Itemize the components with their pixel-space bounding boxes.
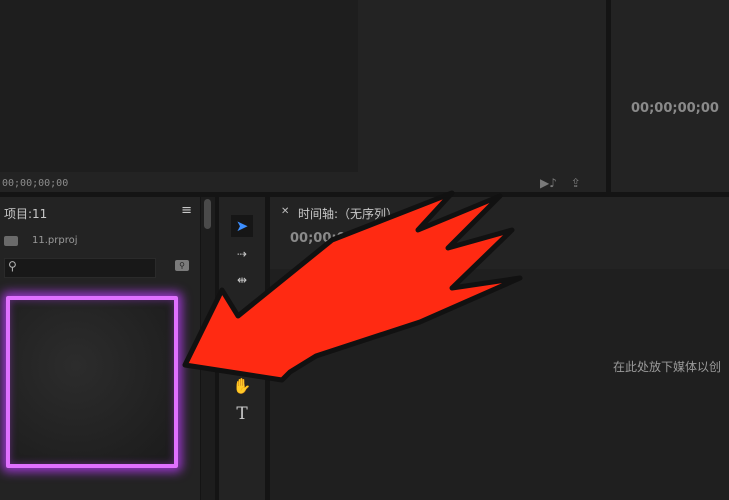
tools-panel: ➤ ⇢ ⇹ ✋ T: [219, 197, 265, 500]
export-frame-icon[interactable]: ⇪: [571, 176, 581, 190]
folder-icon: [4, 235, 18, 246]
panel-menu-icon[interactable]: ≡: [181, 203, 192, 218]
search-icon: ⚲: [8, 259, 17, 273]
audio-music-icon[interactable]: ▶♪: [540, 176, 557, 190]
timeline-panel: ✕ 时间轴:（无序列） 00;00;00;0 在此处放下媒体以创: [270, 197, 729, 500]
project-search-input[interactable]: ⚲: [4, 258, 156, 278]
media-thumbnail-highlighted[interactable]: [6, 296, 178, 468]
close-icon[interactable]: ✕: [281, 206, 289, 217]
source-video-frame: [0, 0, 358, 172]
project-file-row: 11.prproj: [4, 235, 78, 246]
timeline-tab-title[interactable]: 时间轴:（无序列）: [298, 205, 398, 222]
source-monitor-panel: 00;00;00;00 ▶♪ ⇪: [0, 0, 606, 192]
timeline-drop-area[interactable]: 在此处放下媒体以创: [270, 269, 729, 500]
drop-media-hint: 在此处放下媒体以创: [613, 360, 722, 374]
project-scrollbar-thumb[interactable]: [204, 199, 211, 229]
new-bin-icon[interactable]: ⚲: [175, 260, 189, 271]
ripple-edit-tool-icon[interactable]: ⇹: [231, 269, 253, 291]
track-select-tool-icon[interactable]: ⇢: [231, 243, 253, 265]
program-timecode[interactable]: 00;00;00;00: [631, 101, 719, 116]
selection-tool-icon[interactable]: ➤: [231, 215, 253, 237]
source-timecode[interactable]: 00;00;00;00: [2, 178, 68, 189]
project-file-name: 11.prproj: [32, 235, 78, 246]
type-tool-icon[interactable]: T: [231, 403, 253, 425]
timeline-timecode[interactable]: 00;00;00;0: [290, 231, 369, 246]
project-panel: 项目:11 ≡ 11.prproj ⚲ ⚲: [0, 197, 200, 500]
project-panel-title[interactable]: 项目:11: [4, 205, 47, 222]
project-scrollbar[interactable]: [201, 197, 215, 500]
hand-tool-icon[interactable]: ✋: [231, 375, 253, 397]
source-monitor-controls: ▶♪ ⇪: [540, 176, 591, 190]
program-monitor-panel: 00;00;00;00: [611, 0, 729, 192]
